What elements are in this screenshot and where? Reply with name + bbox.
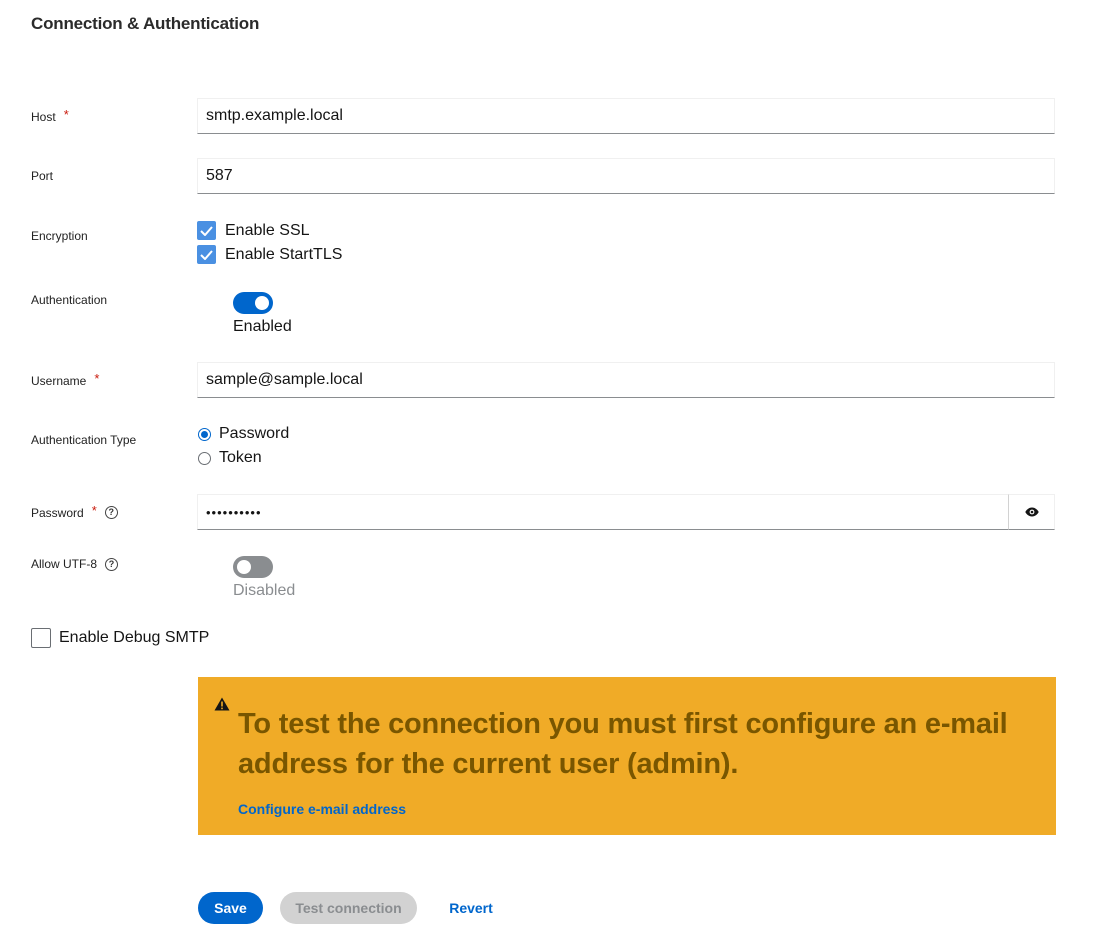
authentication-switch[interactable] (233, 292, 273, 314)
password-input[interactable]: •••••••••• (197, 494, 1009, 530)
help-icon[interactable]: ? (105, 557, 119, 571)
auth-type-label-text: Authentication Type (31, 433, 137, 447)
switch-knob (237, 560, 251, 574)
authentication-label: Authentication (31, 293, 107, 307)
utf8-label-text: Allow UTF-8 (31, 557, 98, 571)
required-mark: * (94, 371, 100, 386)
enable-debug-smtp-checkbox[interactable]: Enable Debug SMTP (31, 628, 209, 648)
encryption-label-text: Encryption (31, 229, 88, 243)
utf8-state: Disabled (233, 582, 296, 599)
encryption-label: Encryption (31, 229, 88, 243)
auth-type-password-label: Password (219, 425, 290, 442)
help-icon[interactable]: ? (104, 506, 118, 519)
port-input[interactable]: 587 (197, 158, 1055, 194)
enable-starttls-label: Enable StartTLS (225, 245, 343, 263)
show-password-button[interactable] (1008, 494, 1055, 530)
host-label: Host * (31, 107, 69, 124)
enable-debug-smtp-label: Enable Debug SMTP (59, 629, 210, 646)
port-label-text: Port (31, 169, 54, 183)
enable-ssl-label: Enable SSL (225, 221, 310, 239)
warning-triangle-icon (214, 697, 230, 711)
switch-knob (255, 296, 269, 310)
section-title: Connection & Authentication (31, 14, 260, 33)
required-mark: * (63, 107, 69, 122)
password-label: Password * ? (31, 503, 118, 520)
password-label-text: Password (31, 505, 84, 520)
save-button[interactable]: Save (198, 892, 263, 924)
authentication-label-text: Authentication (31, 293, 108, 307)
checkbox-checked-icon[interactable] (197, 221, 216, 240)
auth-type-password-radio[interactable]: Password (198, 425, 289, 443)
username-label: Username * (31, 371, 100, 388)
authentication-state: Enabled (233, 318, 292, 335)
utf8-label: Allow UTF-8 ? (31, 557, 119, 571)
radio-unselected-icon[interactable] (198, 451, 211, 465)
enable-ssl-checkbox[interactable]: Enable SSL (197, 221, 310, 240)
enable-starttls-checkbox[interactable]: Enable StartTLS (197, 245, 342, 264)
configure-email-link[interactable]: Configure e-mail address (238, 801, 406, 817)
host-label-text: Host (31, 109, 56, 124)
alert-title: To test the connection you must first co… (238, 708, 1008, 780)
test-connection-button[interactable]: Test connection (280, 892, 417, 924)
auth-type-label: Authentication Type (31, 433, 136, 447)
utf8-switch[interactable] (233, 556, 273, 578)
auth-type-token-radio[interactable]: Token (198, 449, 262, 467)
port-label: Port (31, 169, 53, 183)
eye-icon (1024, 507, 1039, 517)
checkbox-unchecked-icon[interactable] (31, 628, 51, 648)
required-mark: * (91, 503, 97, 518)
radio-selected-icon[interactable] (198, 427, 211, 441)
auth-type-token-label: Token (219, 449, 262, 466)
username-input[interactable]: sample@sample.local (197, 362, 1055, 398)
username-label-text: Username (31, 373, 87, 388)
checkbox-checked-icon[interactable] (197, 245, 216, 264)
revert-button[interactable]: Revert (440, 892, 502, 924)
host-input[interactable]: smtp.example.local (197, 98, 1055, 134)
warning-alert: To test the connection you must first co… (198, 677, 1056, 835)
